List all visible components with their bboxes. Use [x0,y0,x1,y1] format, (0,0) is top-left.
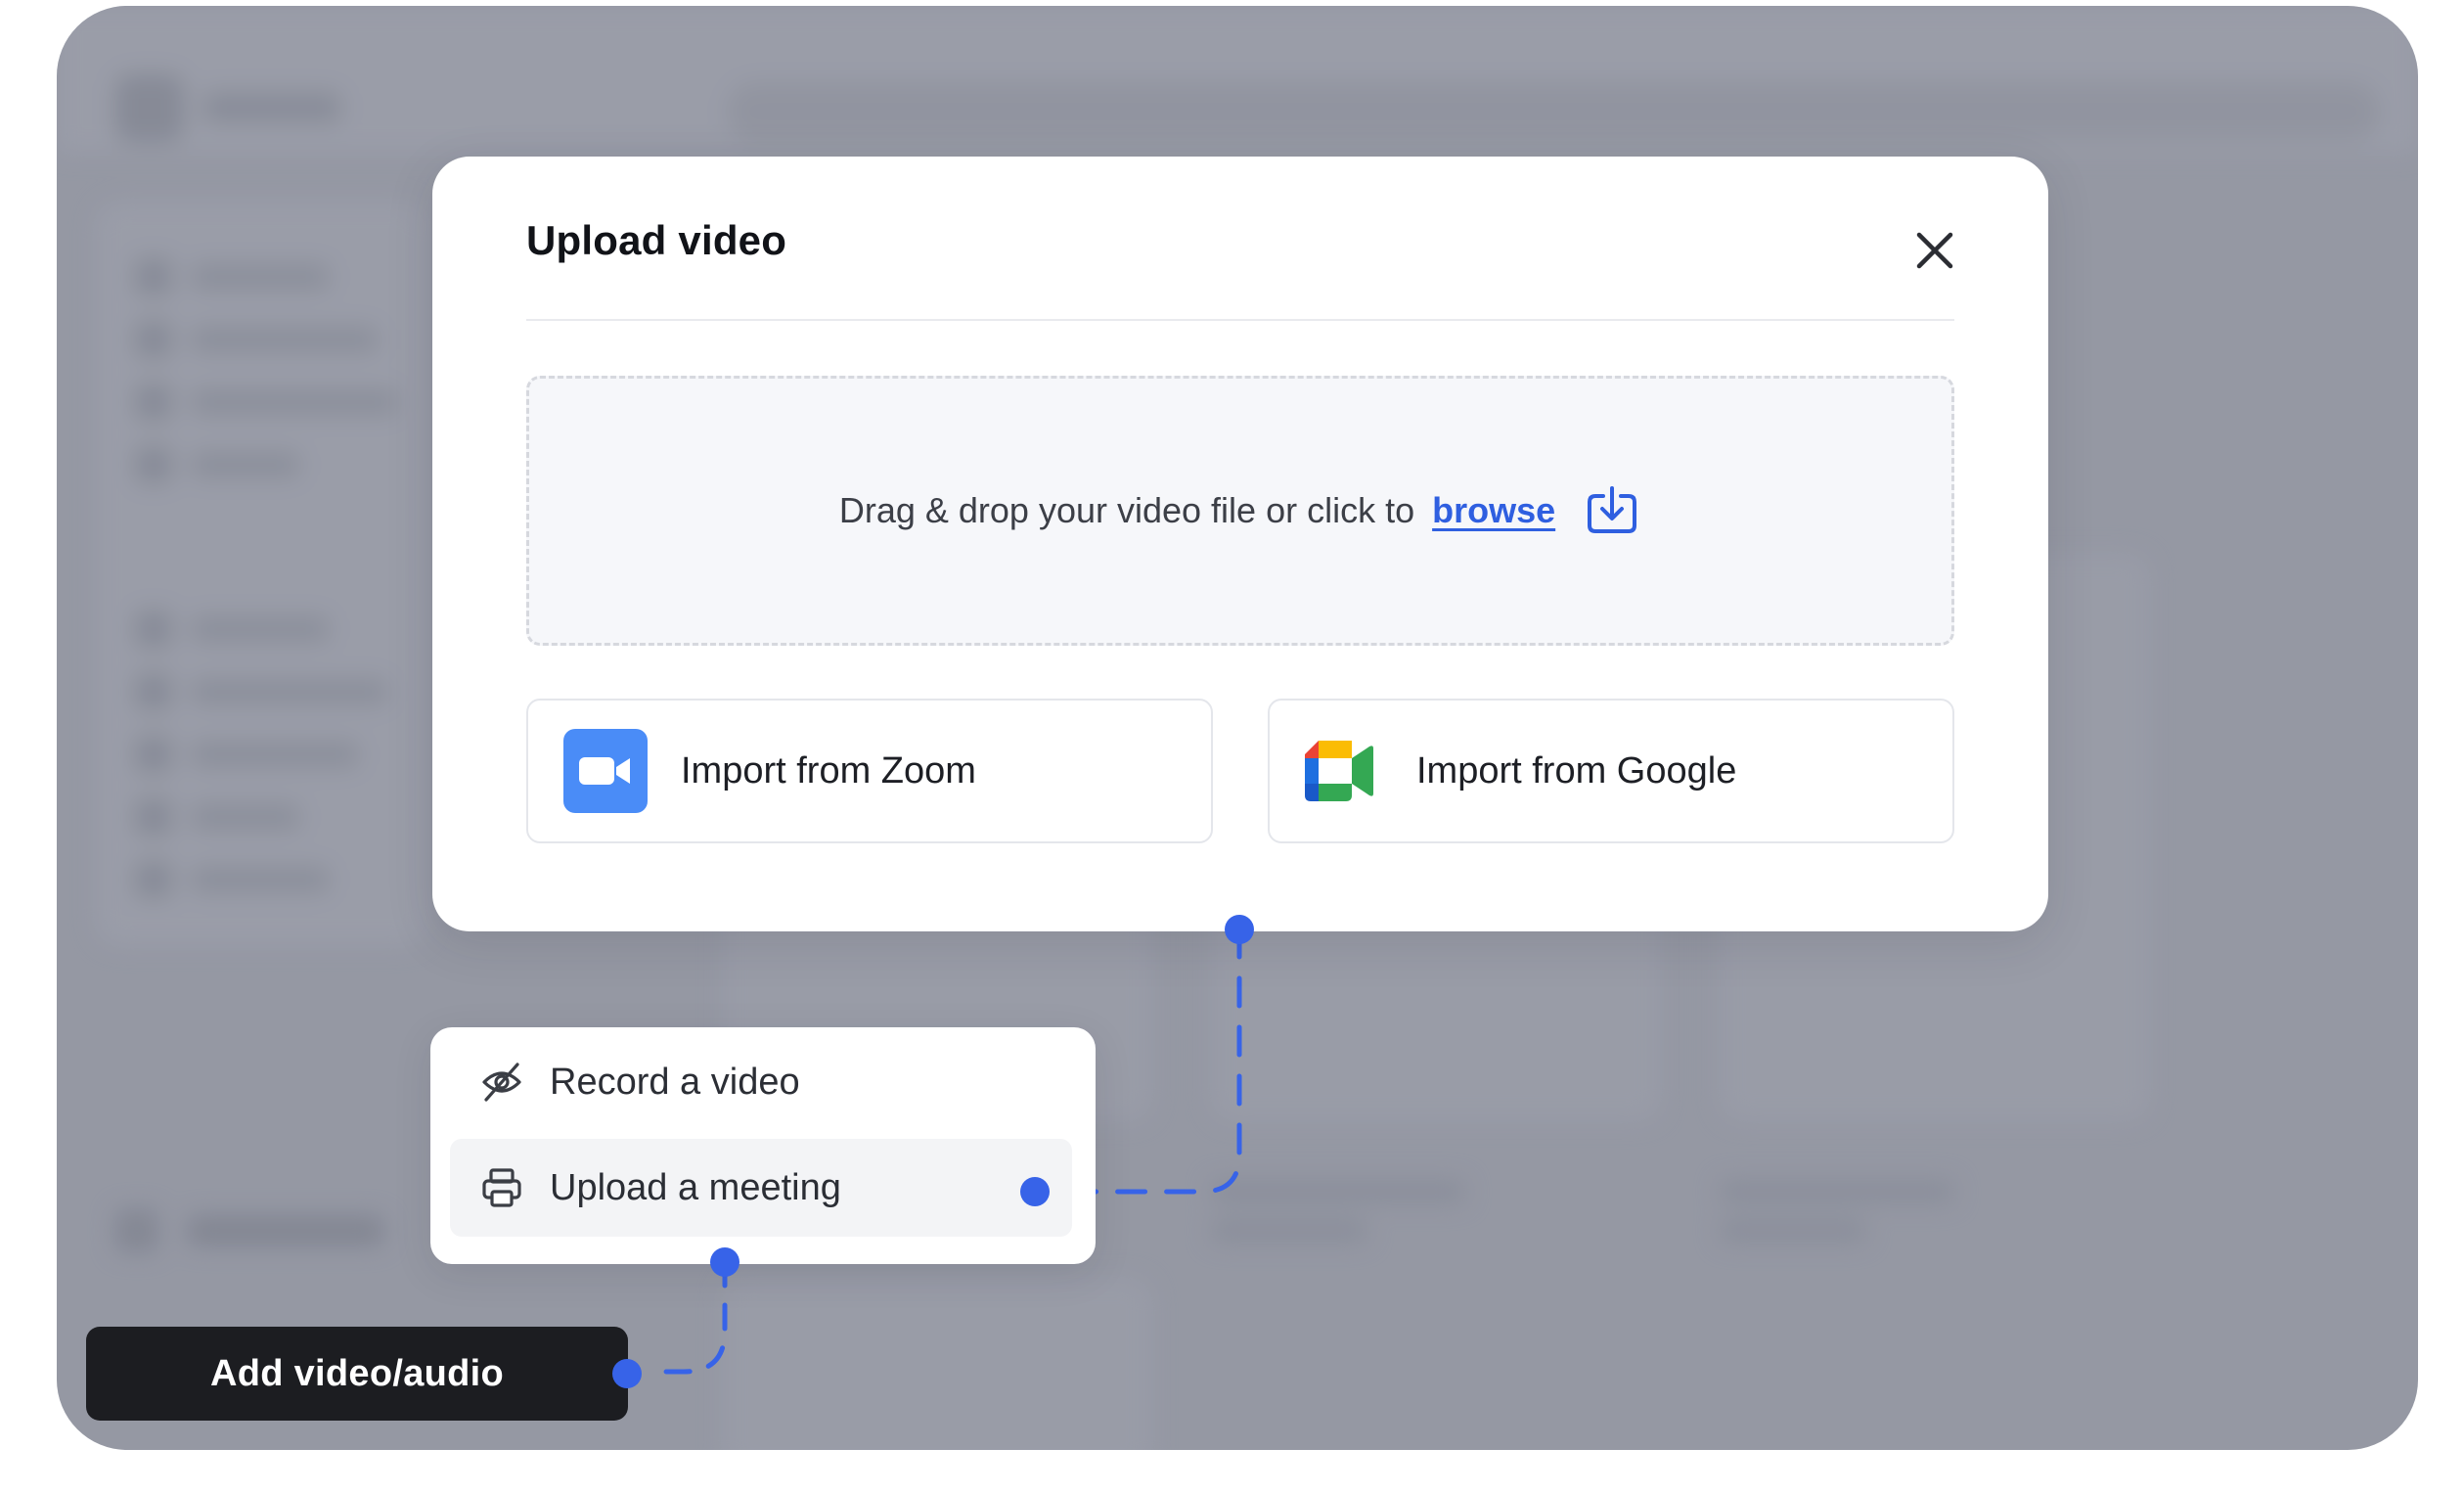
menu-item-record-video[interactable]: Record a video [450,1033,1072,1131]
modal-divider [526,319,1954,321]
import-from-google-label: Import from Google [1416,749,1737,792]
file-dropzone[interactable]: Drag & drop your video file or click to … [526,376,1954,646]
download-tray-icon[interactable] [1583,481,1641,540]
import-from-zoom-button[interactable]: Import from Zoom [526,699,1213,843]
menu-item-label: Record a video [550,1061,800,1103]
import-from-zoom-label: Import from Zoom [681,749,976,792]
connector-dot [1225,915,1254,944]
import-from-google-button[interactable]: Import from Google [1268,699,1954,843]
add-media-menu: Record a video Upload a meeting [430,1027,1096,1264]
menu-item-label: Upload a meeting [550,1166,841,1208]
dropzone-text: Drag & drop your video file or click to [838,490,1415,530]
google-meet-logo-icon [1305,741,1373,801]
modal-title: Upload video [526,217,787,263]
browse-link[interactable]: browse [1432,490,1555,531]
add-video-audio-button[interactable]: Add video/audio [86,1327,628,1421]
zoom-logo-icon [563,729,648,813]
connector-dot [710,1247,739,1277]
menu-item-upload-meeting[interactable]: Upload a meeting [450,1139,1072,1237]
eye-slash-icon [479,1060,524,1105]
connector-dot [1020,1177,1050,1206]
printer-icon [479,1165,524,1210]
connector-dot [612,1359,642,1388]
close-button[interactable] [1900,215,1970,286]
close-icon [1916,232,1953,269]
upload-video-modal: Upload video Drag & drop your video file… [432,157,2048,931]
